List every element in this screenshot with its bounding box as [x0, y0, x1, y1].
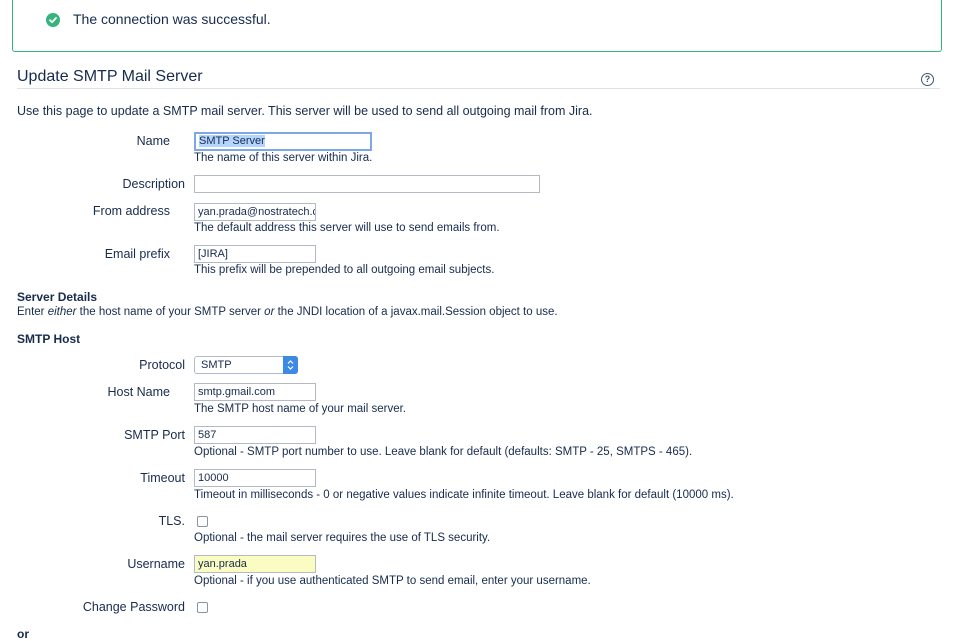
- from-address-description: The default address this server will use…: [194, 222, 500, 234]
- smtp-port-label: SMTP Port: [124, 428, 185, 442]
- timeout-description: Timeout in milliseconds - 0 or negative …: [194, 489, 734, 501]
- name-input-value: SMTP Server: [199, 135, 265, 147]
- username-input[interactable]: yan.prada: [194, 555, 316, 573]
- help-icon[interactable]: ?: [921, 73, 934, 86]
- name-input[interactable]: SMTP Server: [194, 132, 372, 151]
- banner-message: The connection was successful.: [73, 11, 271, 27]
- host-name-input[interactable]: smtp.gmail.com: [194, 383, 316, 401]
- page-intro: Use this page to update a SMTP mail serv…: [17, 104, 593, 118]
- change-password-checkbox[interactable]: [197, 602, 208, 613]
- title-divider: [17, 88, 940, 89]
- from-address-input[interactable]: yan.prada@nostratech.c: [194, 203, 316, 221]
- description-label: Description: [122, 177, 185, 191]
- select-arrows-icon: [283, 356, 298, 374]
- username-label: Username: [127, 557, 185, 571]
- host-name-label: Host Name: [107, 385, 170, 399]
- protocol-label: Protocol: [139, 358, 185, 372]
- description-input[interactable]: [194, 175, 540, 193]
- timeout-input[interactable]: 10000: [194, 469, 316, 487]
- protocol-value: SMTP: [201, 359, 232, 371]
- success-banner: The connection was successful.: [12, 0, 942, 52]
- from-address-label: From address: [92, 204, 170, 218]
- or-separator: or: [17, 627, 29, 641]
- server-details-heading: Server Details: [17, 290, 98, 304]
- username-description: Optional - if you use authenticated SMTP…: [194, 575, 591, 587]
- smtp-port-description: Optional - SMTP port number to use. Leav…: [194, 446, 693, 458]
- server-details-description: Enter either the host name of your SMTP …: [17, 306, 558, 318]
- email-prefix-input[interactable]: [JIRA]: [194, 245, 316, 263]
- smtp-port-input[interactable]: 587: [194, 426, 316, 444]
- check-circle-icon: [46, 13, 60, 27]
- tls-checkbox[interactable]: [197, 516, 208, 527]
- tls-label: TLS.: [158, 514, 185, 528]
- name-label: Name: [136, 134, 170, 148]
- host-name-description: The SMTP host name of your mail server.: [194, 403, 406, 415]
- page-title: Update SMTP Mail Server: [17, 68, 203, 85]
- name-description: The name of this server within Jira.: [194, 152, 373, 164]
- change-password-label: Change Password: [82, 600, 185, 614]
- protocol-select[interactable]: SMTP: [194, 356, 298, 374]
- timeout-label: Timeout: [140, 471, 185, 485]
- email-prefix-description: This prefix will be prepended to all out…: [194, 264, 495, 276]
- tls-description: Optional - the mail server requires the …: [194, 532, 491, 544]
- email-prefix-label: Email prefix: [104, 247, 170, 261]
- smtp-host-heading: SMTP Host: [17, 332, 81, 346]
